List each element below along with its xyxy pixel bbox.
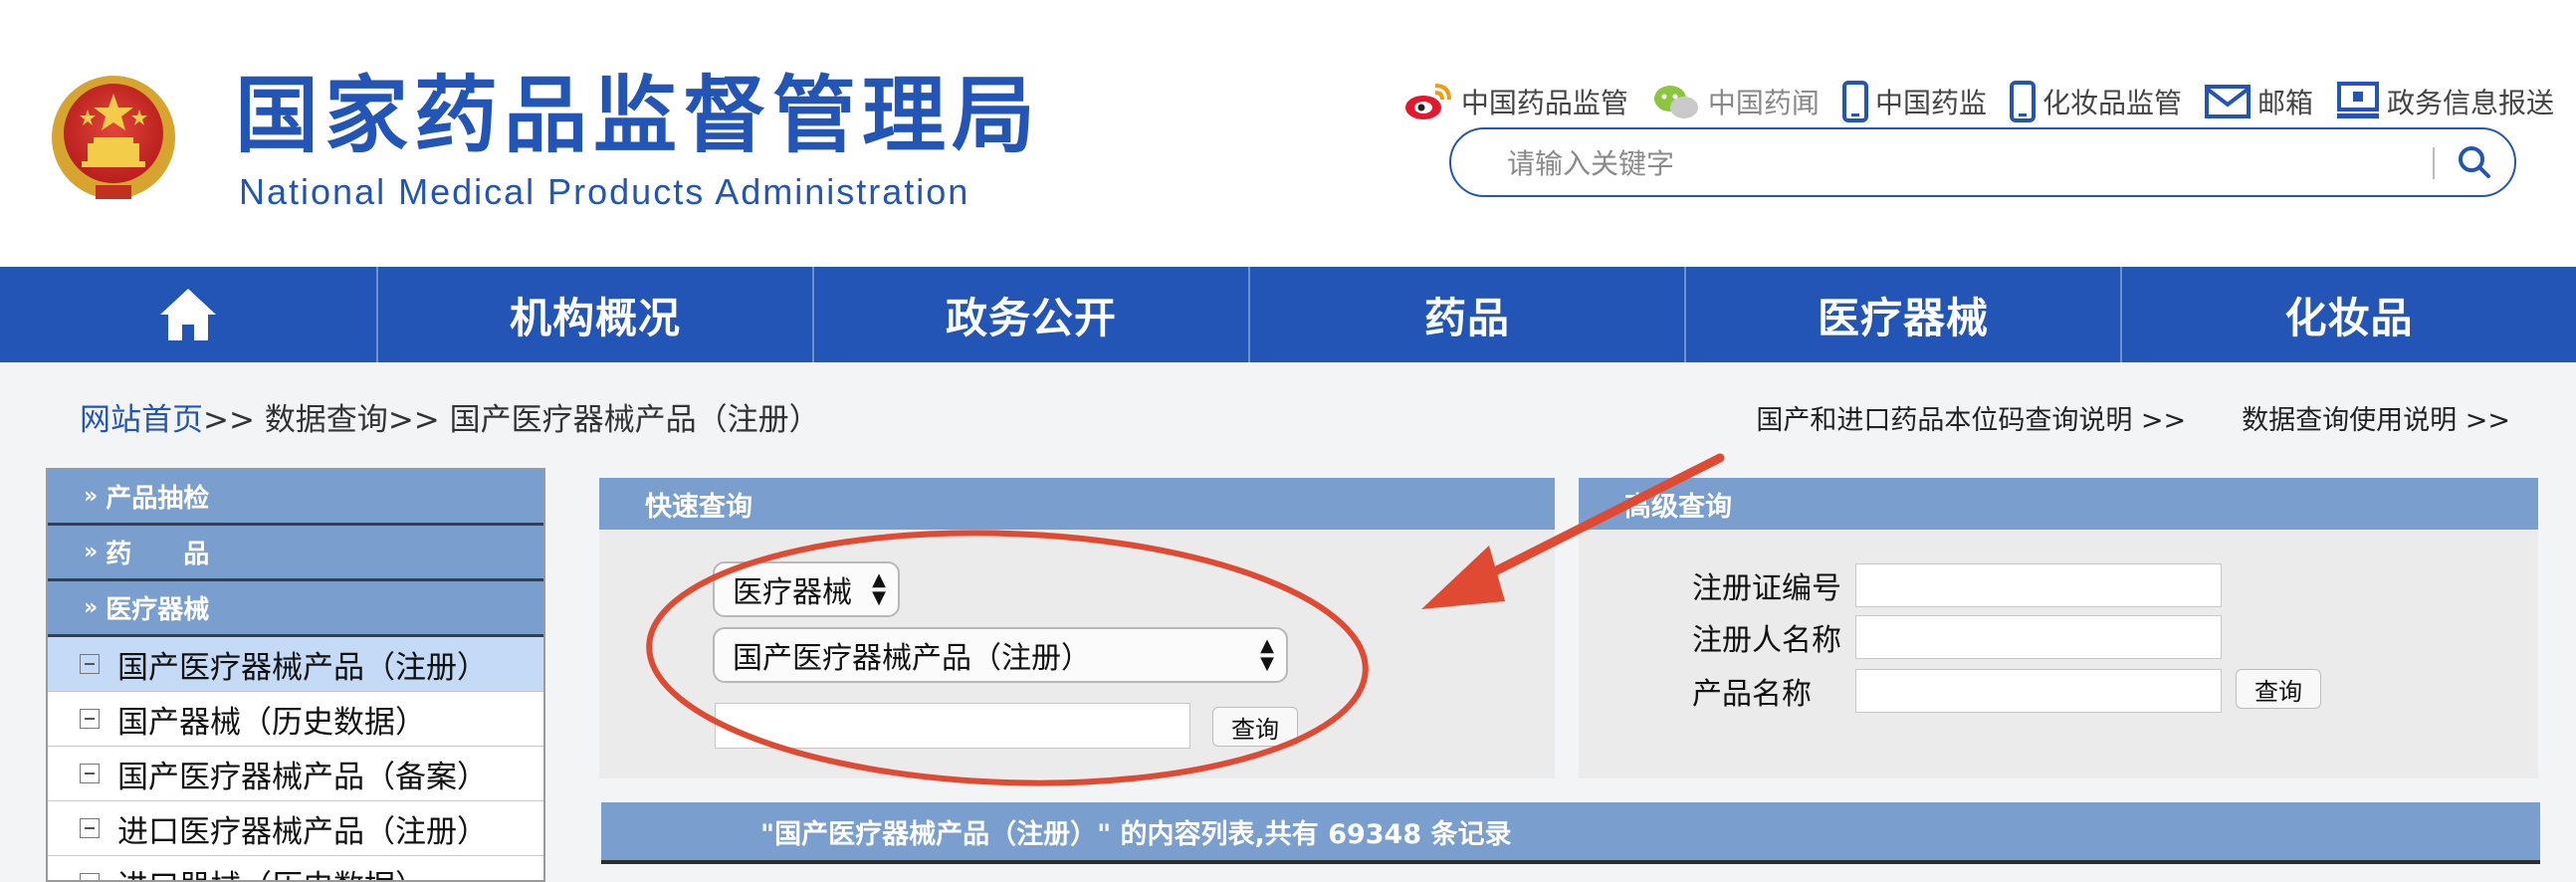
- main-nav: 机构概况 政务公开 药品 医疗器械 化妆品: [0, 267, 2576, 362]
- top-link-mail[interactable]: 邮箱: [2204, 82, 2313, 121]
- top-link-mobile-2[interactable]: 化妆品监管: [2009, 81, 2182, 122]
- top-link-wechat[interactable]: 中国药闻: [1650, 82, 1820, 121]
- collapse-box-icon: [80, 654, 100, 674]
- nav-item-drugs[interactable]: 药品: [1250, 267, 1686, 362]
- registration-number-label: 注册证编号: [1692, 571, 1841, 606]
- breadcrumb-current: 国产医疗器械产品（注册）: [449, 402, 820, 438]
- nav-item-organization[interactable]: 机构概况: [378, 267, 814, 362]
- mail-icon: [2204, 85, 2251, 118]
- quick-query-panel: 快速查询 医疗器械 ▲ ▼ 国产医疗器械产品（注册） ▲ ▼ 查询: [599, 478, 1555, 778]
- advanced-query-title: 高级查询: [1579, 478, 2538, 530]
- nav-item-cosmetics[interactable]: 化妆品: [2122, 267, 2576, 362]
- breadcrumb: 网站首页>> 数据查询>> 国产医疗器械产品（注册）: [80, 394, 820, 439]
- sidebar-item-import-registered[interactable]: 进口医疗器械产品（注册）: [48, 801, 543, 856]
- top-link-weibo[interactable]: 中国药品监管: [1403, 82, 1628, 121]
- breadcrumb-separator: >>: [203, 402, 265, 438]
- breadcrumb-data-query[interactable]: 数据查询: [265, 402, 388, 438]
- registration-number-input[interactable]: [1855, 563, 2222, 607]
- top-link-report[interactable]: 政务信息报送: [2335, 82, 2554, 121]
- search-divider: [2433, 147, 2435, 179]
- collapse-box-icon: [80, 764, 100, 783]
- result-list-header: "国产医疗器械产品（注册）" 的内容列表,共有 69348 条记录: [601, 802, 2540, 864]
- advanced-query-button[interactable]: 查询: [2236, 669, 2321, 709]
- quick-query-button[interactable]: 查询: [1212, 707, 1298, 747]
- top-links: 中国药品监管 中国药闻 中国药监 化妆品监管 邮箱 政务信息报送: [1382, 78, 2554, 125]
- mobile-icon: [2009, 81, 2036, 122]
- select-arrows-icon: ▲ ▼: [1260, 635, 1274, 674]
- monitor-icon: [2336, 82, 2379, 118]
- national-emblem-icon: [52, 76, 175, 199]
- site-title-en: National Medical Products Administration: [239, 171, 970, 212]
- sidebar-category-devices[interactable]: » 医疗器械: [48, 581, 543, 637]
- collapse-box-icon: [80, 873, 100, 880]
- drug-code-help-link[interactable]: 国产和进口药品本位码查询说明 >>: [1756, 398, 2186, 437]
- category-select[interactable]: 医疗器械 ▲ ▼: [713, 561, 900, 617]
- quick-query-title: 快速查询: [599, 478, 1555, 530]
- sidebar-item-domestic-history[interactable]: 国产器械（历史数据）: [48, 692, 543, 747]
- sidebar-category-drugs[interactable]: » 药 品: [48, 526, 543, 581]
- sidebar-item-domestic-registered[interactable]: 国产医疗器械产品（注册）: [48, 637, 543, 692]
- wechat-icon: [1653, 86, 1698, 118]
- search-button[interactable]: [2447, 137, 2502, 189]
- registrant-name-input[interactable]: [1855, 615, 2222, 659]
- double-chevron-icon: »: [84, 540, 99, 564]
- sidebar-category-sampling[interactable]: » 产品抽检: [48, 470, 543, 526]
- top-link-mobile-1[interactable]: 中国药监: [1841, 81, 1987, 122]
- collapse-box-icon: [80, 818, 100, 838]
- mobile-icon: [1841, 81, 1868, 122]
- nav-item-government-affairs[interactable]: 政务公开: [814, 267, 1250, 362]
- quick-query-input[interactable]: [715, 703, 1190, 749]
- sidebar-item-domestic-filed[interactable]: 国产医疗器械产品（备案）: [48, 747, 543, 801]
- collapse-box-icon: [80, 709, 100, 729]
- nav-item-medical-devices[interactable]: 医疗器械: [1686, 267, 2122, 362]
- sidebar: » 产品抽检 » 药 品 » 医疗器械 国产医疗器械产品（注册） 国产器械（历史数据）…: [46, 468, 545, 882]
- breadcrumb-home-link[interactable]: 网站首页: [80, 402, 203, 438]
- search-icon: [2459, 145, 2490, 178]
- search-box: [1449, 127, 2516, 197]
- nav-home[interactable]: [0, 267, 378, 362]
- weibo-icon: [1404, 84, 1451, 119]
- product-name-label: 产品名称: [1692, 677, 1812, 712]
- breadcrumb-separator: >>: [387, 402, 450, 438]
- double-chevron-icon: »: [84, 484, 99, 509]
- double-chevron-icon: »: [84, 595, 99, 620]
- sidebar-item-import-history[interactable]: 进口器械（历史数据）: [48, 856, 543, 880]
- advanced-query-panel: 高级查询 注册证编号 注册人名称 产品名称 查询: [1579, 478, 2538, 778]
- product-type-select[interactable]: 国产医疗器械产品（注册） ▲ ▼: [713, 627, 1288, 683]
- site-header: 国家药品监督管理局 National Medical Products Admi…: [0, 0, 2576, 267]
- product-name-input[interactable]: [1855, 669, 2222, 713]
- site-title-cn: 国家药品监督管理局: [235, 67, 1042, 164]
- registrant-name-label: 注册人名称: [1692, 623, 1841, 658]
- data-query-help-link[interactable]: 数据查询使用说明 >>: [2242, 398, 2510, 437]
- search-input[interactable]: [1507, 139, 2383, 187]
- select-arrows-icon: ▲ ▼: [872, 569, 886, 608]
- help-links: 国产和进口药品本位码查询说明 >> 数据查询使用说明 >>: [1756, 398, 2510, 437]
- home-icon: [160, 289, 216, 340]
